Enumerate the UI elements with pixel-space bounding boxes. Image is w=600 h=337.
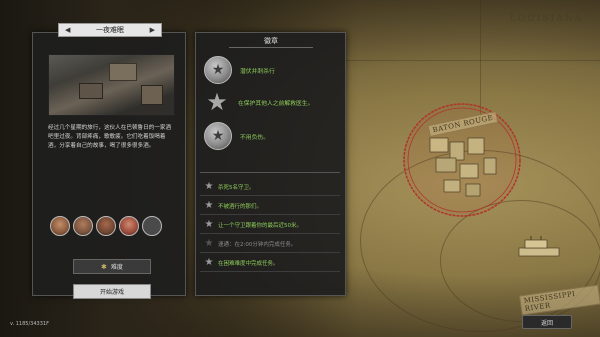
star-icon: ★: [204, 200, 214, 211]
mission-description: 经过几个星期的旅行，这伙人在巴顿鲁日的一家酒吧里过夜。背部疼痛，歌歌疲。它们吃着…: [48, 125, 172, 149]
back-button[interactable]: 返回: [522, 315, 572, 329]
star-icon: ★: [204, 181, 214, 192]
mission-title: 一夜难眠: [96, 26, 124, 34]
difficulty-button[interactable]: ✱ 难度: [73, 259, 151, 274]
badges-title: 徽章: [229, 34, 313, 48]
left-triangle-icon[interactable]: ◀: [65, 26, 70, 34]
empty-character-slot: [142, 216, 162, 236]
sheriff-star-badge-icon: ★: [204, 122, 232, 150]
character-avatars: [50, 216, 162, 236]
mission-thumbnail: [48, 54, 175, 116]
objective-row: ★ 让一个守卫跟着你的最后近50米。: [200, 216, 340, 234]
objective-row: ★ 在困难难度中完成任务。: [200, 254, 340, 272]
right-triangle-icon[interactable]: ▶: [150, 26, 155, 34]
gear-icon: ✱: [101, 262, 107, 271]
star-icon: ★: [204, 219, 214, 230]
objective-row: ★ 速通：在2:00分钟内完成任务。: [200, 235, 340, 253]
sheriff-star-badge-icon: ★: [204, 56, 232, 84]
star-icon: ★: [204, 238, 214, 249]
riverboat-icon: [518, 236, 560, 257]
badge-item: ★ 在保护其他人之前解救医生。: [204, 89, 313, 115]
difficulty-label: 难度: [110, 264, 123, 271]
character-4-avatar[interactable]: [119, 216, 139, 236]
badges-divider: [200, 172, 340, 173]
objective-row: ★ 杀死5名守卫。: [200, 178, 340, 196]
mission-selector: ◀ 一夜难眠 ▶: [58, 23, 162, 37]
map-border-line: [330, 60, 600, 61]
star-icon: ★: [204, 257, 214, 268]
star-icon: ★: [206, 88, 228, 116]
badge-item: ★ 潜伏并刺杀行: [204, 56, 275, 84]
character-3-avatar[interactable]: [96, 216, 116, 236]
start-game-button[interactable]: 开始游戏: [73, 284, 151, 299]
version-label: v. 1185/34331F: [10, 321, 49, 327]
map-state-label: LOUISIANA: [510, 14, 584, 24]
character-1-avatar[interactable]: [50, 216, 70, 236]
objective-row: ★ 不被酒行的那们。: [200, 197, 340, 215]
badge-item: ★ 不用负伤。: [204, 122, 269, 150]
character-2-avatar[interactable]: [73, 216, 93, 236]
